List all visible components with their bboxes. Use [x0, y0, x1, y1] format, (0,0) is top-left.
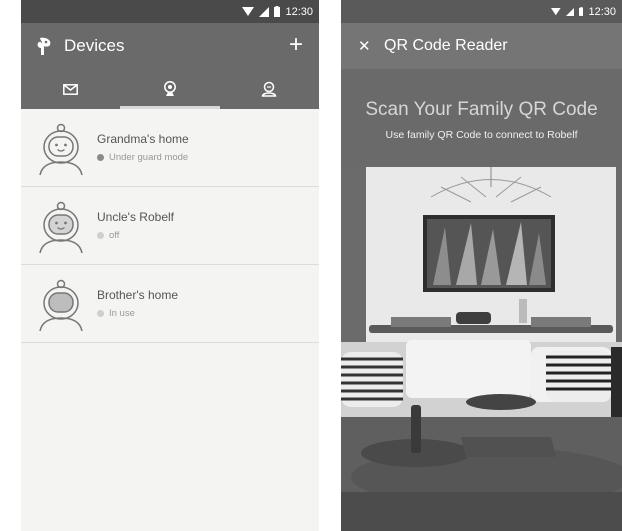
device-status: In use	[97, 308, 178, 319]
device-name: Uncle's Robelf	[97, 210, 174, 224]
devices-screen: 12:30 Devices + Grandma's home Under gua…	[21, 0, 319, 531]
tab-bar	[21, 69, 319, 109]
status-dot	[97, 154, 104, 161]
battery-icon	[578, 7, 584, 16]
wifi-icon	[242, 6, 255, 16]
status-time: 12:30	[588, 5, 616, 18]
striped-pillow-left	[341, 352, 403, 407]
qr-reader-screen: 12:30 ✕ QR Code Reader Scan Your Family …	[341, 0, 622, 531]
device-status-text: off	[109, 230, 120, 241]
robot-avatar-icon	[39, 279, 83, 331]
status-bar: 12:30	[341, 0, 622, 23]
device-list: Grandma's home Under guard mode Uncle's …	[21, 109, 319, 343]
scan-subheading: Use family QR Code to connect to Robelf	[385, 129, 578, 141]
signal-icon	[259, 6, 270, 17]
status-dot	[97, 310, 104, 317]
close-button[interactable]: ✕	[358, 37, 371, 55]
device-status-text: In use	[109, 308, 135, 319]
tab-devices[interactable]	[120, 69, 220, 109]
device-item[interactable]: Uncle's Robelf off	[21, 187, 319, 265]
device-item[interactable]: Brother's home In use	[21, 265, 319, 343]
user-icon	[261, 81, 277, 97]
device-status: Under guard mode	[97, 152, 189, 163]
device-status: off	[97, 230, 174, 241]
camera-viewfinder	[341, 167, 622, 531]
device-item[interactable]: Grandma's home Under guard mode	[21, 109, 319, 187]
wifi-icon	[551, 7, 561, 15]
page-title: QR Code Reader	[384, 37, 508, 54]
robot-avatar-icon	[39, 123, 83, 175]
robot-avatar-icon	[39, 201, 83, 253]
device-status-text: Under guard mode	[109, 152, 189, 163]
scan-heading: Scan Your Family QR Code	[365, 99, 598, 120]
add-device-button[interactable]: +	[289, 31, 303, 59]
app-bar: Devices +	[21, 23, 319, 69]
tab-profile[interactable]	[220, 69, 319, 109]
device-name: Brother's home	[97, 288, 178, 302]
page-title: Devices	[64, 36, 125, 55]
device-info: Uncle's Robelf off	[97, 210, 174, 241]
battery-icon	[274, 6, 281, 17]
device-name: Grandma's home	[97, 132, 189, 146]
robelf-logo-icon	[37, 37, 51, 55]
app-bar: ✕ QR Code Reader	[341, 23, 622, 69]
webcam-icon	[164, 81, 176, 96]
tab-messages[interactable]	[21, 69, 120, 109]
device-info: Grandma's home Under guard mode	[97, 132, 189, 163]
status-bar: 12:30	[21, 0, 319, 23]
status-time: 12:30	[285, 5, 313, 18]
device-info: Brother's home In use	[97, 288, 178, 319]
striped-pillow-right	[546, 350, 611, 402]
mail-icon	[63, 83, 79, 95]
status-dot	[97, 232, 104, 239]
signal-icon	[565, 7, 574, 16]
